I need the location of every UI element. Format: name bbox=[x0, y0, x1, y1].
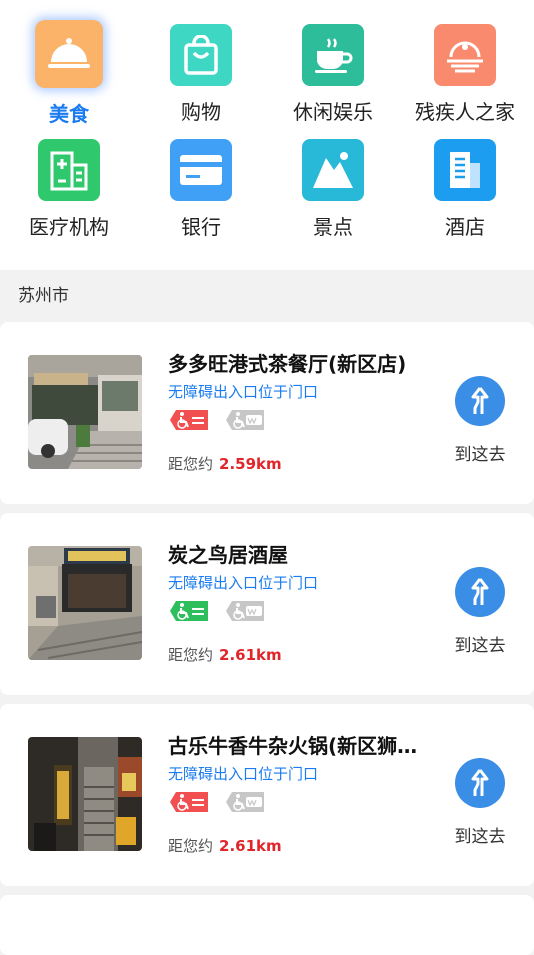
coffee-cup-icon bbox=[302, 24, 364, 86]
category-label: 购物 bbox=[181, 100, 221, 124]
category-label: 酒店 bbox=[445, 215, 485, 239]
place-name: 多多旺港式茶餐厅(新区店) bbox=[168, 352, 407, 376]
category-label: 医疗机构 bbox=[29, 215, 109, 239]
category-panel: 美食 购物 休闲娱乐 残疾人之家 医疗机构 银行 景点 酒店 bbox=[0, 0, 534, 270]
accessible-toilet-badge-icon bbox=[226, 792, 264, 812]
distance-label: 距您约 bbox=[168, 837, 214, 855]
shopping-bag-icon bbox=[170, 24, 232, 86]
city-header: 苏州市 bbox=[18, 286, 69, 306]
ramp-badge-icon bbox=[170, 601, 208, 621]
category-label: 休闲娱乐 bbox=[293, 100, 373, 124]
place-card[interactable]: 炭之鸟居酒屋 无障碍出入口位于门口 距您约 2.61km 到这去 bbox=[0, 513, 534, 695]
place-photo bbox=[28, 546, 142, 660]
distance: 距您约 2.61km bbox=[168, 644, 282, 665]
accessible-toilet-badge-icon bbox=[226, 601, 264, 621]
entrance-info: 无障碍出入口位于门口 bbox=[168, 765, 319, 783]
category-disabled-home[interactable]: 残疾人之家 bbox=[400, 24, 530, 125]
category-bank[interactable]: 银行 bbox=[136, 139, 266, 240]
category-label: 残疾人之家 bbox=[415, 100, 515, 124]
hotel-building-icon bbox=[434, 139, 496, 201]
accessibility-badges bbox=[168, 790, 266, 814]
distance-value: 2.61km bbox=[219, 646, 282, 664]
ramp-badge-icon bbox=[170, 792, 208, 812]
navigate-button[interactable]: 到这去 bbox=[452, 567, 508, 656]
category-medical[interactable]: 医疗机构 bbox=[4, 139, 134, 240]
distance-label: 距您约 bbox=[168, 455, 214, 473]
navigate-button[interactable]: 到这去 bbox=[452, 376, 508, 465]
navigate-label: 到这去 bbox=[454, 445, 506, 465]
place-photo bbox=[28, 737, 142, 851]
navigate-label: 到这去 bbox=[454, 827, 506, 847]
category-shopping[interactable]: 购物 bbox=[136, 24, 266, 125]
distance-label: 距您约 bbox=[168, 646, 214, 664]
navigate-arrow-icon bbox=[455, 758, 505, 808]
distance-value: 2.59km bbox=[219, 455, 282, 473]
category-label: 美食 bbox=[49, 102, 89, 126]
category-hotel[interactable]: 酒店 bbox=[400, 139, 530, 240]
place-card-partial[interactable] bbox=[0, 895, 534, 955]
navigate-label: 到这去 bbox=[454, 636, 506, 656]
accessibility-badges bbox=[168, 599, 266, 623]
category-scenic[interactable]: 景点 bbox=[268, 139, 398, 240]
hospital-icon bbox=[38, 139, 100, 201]
place-photo bbox=[28, 355, 142, 469]
category-leisure[interactable]: 休闲娱乐 bbox=[268, 24, 398, 125]
navigate-arrow-icon bbox=[455, 567, 505, 617]
disabled-home-icon bbox=[434, 24, 496, 86]
navigate-button[interactable]: 到这去 bbox=[452, 758, 508, 847]
entrance-info: 无障碍出入口位于门口 bbox=[168, 574, 319, 592]
navigate-arrow-icon bbox=[455, 376, 505, 426]
category-label: 景点 bbox=[313, 215, 353, 239]
place-name: 炭之鸟居酒屋 bbox=[168, 543, 288, 567]
accessible-toilet-badge-icon bbox=[226, 410, 264, 430]
mountain-icon bbox=[302, 139, 364, 201]
accessibility-badges bbox=[168, 408, 266, 432]
place-card[interactable]: 多多旺港式茶餐厅(新区店) 无障碍出入口位于门口 距您约 2.59km 到这去 bbox=[0, 322, 534, 504]
category-label: 银行 bbox=[181, 215, 221, 239]
bank-card-icon bbox=[170, 139, 232, 201]
distance: 距您约 2.61km bbox=[168, 835, 282, 856]
place-card[interactable]: 古乐牛香牛杂火锅(新区狮… 无障碍出入口位于门口 距您约 2.61km 到这去 bbox=[0, 704, 534, 886]
distance: 距您约 2.59km bbox=[168, 453, 282, 474]
place-name: 古乐牛香牛杂火锅(新区狮… bbox=[168, 734, 418, 758]
entrance-info: 无障碍出入口位于门口 bbox=[168, 383, 319, 401]
food-cloche-icon bbox=[35, 20, 103, 88]
distance-value: 2.61km bbox=[219, 837, 282, 855]
ramp-badge-icon bbox=[170, 410, 208, 430]
category-food[interactable]: 美食 bbox=[4, 20, 134, 127]
